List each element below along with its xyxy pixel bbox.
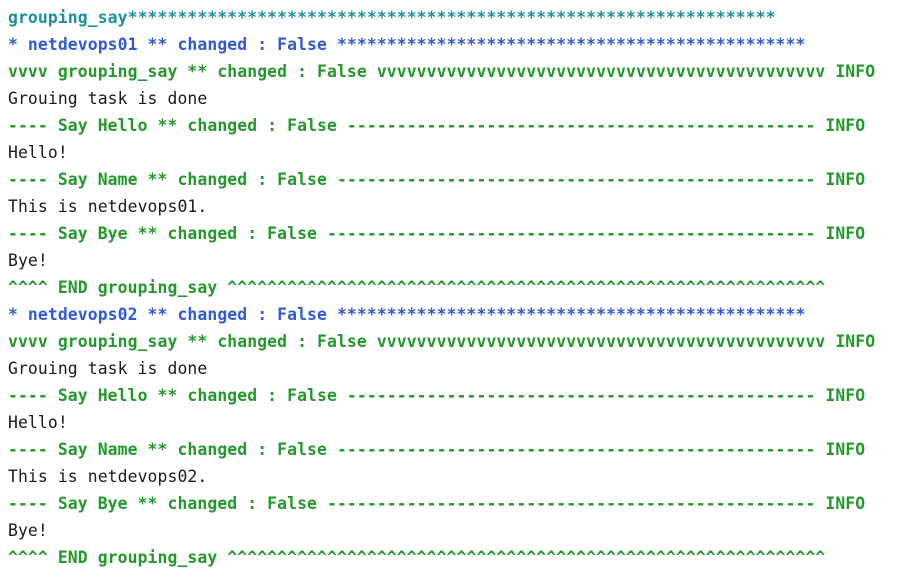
console-line-task-header: ---- Say Hello ** changed : False ------… — [8, 116, 866, 135]
console-line-task-header: vvvv grouping_say ** changed : False vvv… — [8, 62, 876, 81]
console-line-output: Grouing task is done — [8, 89, 208, 108]
console-line-host-header: * netdevops01 ** changed : False *******… — [8, 35, 806, 54]
console-line-task-header: ---- Say Name ** changed : False -------… — [8, 440, 866, 459]
console-line-task-header: vvvv grouping_say ** changed : False vvv… — [8, 332, 876, 351]
console-line-output: Grouing task is done — [8, 359, 208, 378]
console-line-output: Bye! — [8, 251, 48, 270]
console-line-task-header: ---- Say Hello ** changed : False ------… — [8, 386, 866, 405]
console-line-group-footer: ^^^^ END grouping_say ^^^^^^^^^^^^^^^^^^… — [8, 548, 826, 567]
console-line-output: This is netdevops01. — [8, 197, 208, 216]
console-line-output: This is netdevops02. — [8, 467, 208, 486]
console-line-host-header: * netdevops02 ** changed : False *******… — [8, 305, 806, 324]
console-line-output: Bye! — [8, 521, 48, 540]
console-line-task-header: ---- Say Bye ** changed : False --------… — [8, 224, 866, 243]
console-output: grouping_say****************************… — [0, 0, 923, 582]
console-line-output: Hello! — [8, 143, 68, 162]
console-line-task-header: ---- Say Bye ** changed : False --------… — [8, 494, 866, 513]
console-line-group-header: grouping_say****************************… — [8, 8, 776, 27]
console-line-task-header: ---- Say Name ** changed : False -------… — [8, 170, 866, 189]
console-line-output: Hello! — [8, 413, 68, 432]
console-line-group-footer: ^^^^ END grouping_say ^^^^^^^^^^^^^^^^^^… — [8, 278, 826, 297]
